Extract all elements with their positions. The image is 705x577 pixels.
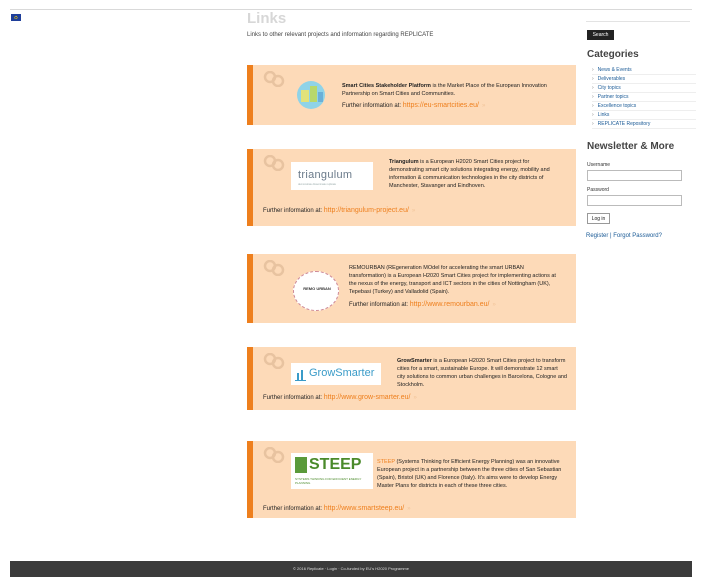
card-link[interactable]: http://www.smartsteep.eu/: [324, 505, 405, 512]
card-project-name: GrowSmarter: [397, 358, 432, 364]
category-item[interactable]: Partner topics: [592, 93, 696, 102]
arrow-icon: »: [413, 395, 417, 401]
arrow-icon: »: [407, 506, 411, 512]
link-card-growsmarter: GrowSmarter GrowSmarter is a European H2…: [247, 347, 576, 410]
newsletter-title: Newsletter & More: [587, 141, 675, 152]
categories-list: News & Events Deliverables City topics P…: [592, 66, 696, 129]
arrow-icon: »: [492, 302, 496, 308]
smart-cities-logo: [291, 78, 332, 111]
link-icon: [263, 260, 285, 276]
arrow-icon: »: [411, 208, 416, 214]
password-label: Password: [587, 187, 609, 193]
account-links: Register | Forgot Password?: [586, 233, 662, 239]
logo-text: REMO URBAN: [303, 286, 331, 291]
search-input[interactable]: [586, 12, 690, 22]
card-link[interactable]: http://triangulum-project.eu/: [324, 207, 409, 214]
growsmarter-logo: GrowSmarter: [291, 363, 381, 385]
categories-title: Categories: [587, 49, 639, 60]
search-button[interactable]: Search: [587, 30, 614, 40]
card-description: STEEP (Systems Thinking for Efficient En…: [377, 458, 569, 490]
username-field[interactable]: [587, 170, 682, 181]
more-info-label: Further information at:: [342, 103, 402, 109]
link-icon: [263, 71, 285, 87]
logo-subtext: SYSTEMS THINKING FOR EFFICIENT ENERGY PL…: [295, 477, 362, 485]
logo-text: triangulum: [298, 169, 353, 181]
link-card-triangulum: triangulum demonstrate disseminate repli…: [247, 149, 576, 226]
link-card-steep: STEEP SYSTEMS THINKING FOR EFFICIENT ENE…: [247, 441, 576, 518]
forgot-password-link[interactable]: Forgot Password?: [613, 233, 662, 239]
username-label: Username: [587, 162, 611, 168]
category-item[interactable]: Excellence topics: [592, 102, 696, 111]
password-field[interactable]: [587, 195, 682, 206]
footer: © 2016 Replicate · Login · Co-funded by …: [10, 561, 692, 577]
card-project-name: Smart Cities Stakeholder Platform: [342, 83, 431, 89]
category-item[interactable]: Deliverables: [592, 75, 696, 84]
card-description-text: REMOURBAN (REgeneration MOdel for accele…: [349, 265, 556, 295]
card-link[interactable]: http://www.remourban.eu/: [410, 301, 490, 308]
logo-text: GrowSmarter: [309, 367, 375, 379]
link-card-smart-cities: Smart Cities Stakeholder Platform is the…: [247, 65, 576, 125]
remourban-logo: REMO URBAN: [293, 271, 339, 311]
card-more-info: Further information at: http://www.smart…: [263, 505, 411, 512]
category-item[interactable]: Links: [592, 111, 696, 120]
register-link[interactable]: Register: [586, 233, 608, 239]
logo-subtext: demonstrate disseminate replicate: [298, 183, 337, 186]
footer-text: © 2016 Replicate · Login · Co-funded by …: [293, 566, 409, 571]
card-description-text: (Systems Thinking for Efficient Energy P…: [377, 459, 562, 489]
link-icon: [263, 155, 285, 171]
card-more-info: Further information at: http://triangulu…: [263, 207, 415, 214]
more-info-label: Further information at:: [263, 208, 323, 214]
header-divider: [10, 9, 692, 10]
more-info-label: Further information at:: [349, 302, 409, 308]
category-item[interactable]: REPLICATE Repository: [592, 120, 696, 129]
card-description: Smart Cities Stakeholder Platform is the…: [342, 82, 554, 98]
card-link[interactable]: http://www.grow-smarter.eu/: [324, 394, 411, 401]
page-title: Links: [247, 10, 287, 27]
card-description: REMOURBAN (REgeneration MOdel for accele…: [349, 264, 557, 296]
category-item[interactable]: City topics: [592, 84, 696, 93]
triangulum-logo: triangulum demonstrate disseminate repli…: [291, 162, 373, 190]
page-intro: Links to other relevant projects and inf…: [247, 32, 434, 38]
card-more-info: Further information at: http://www.remou…: [349, 301, 496, 308]
more-info-label: Further information at:: [263, 506, 323, 512]
login-button[interactable]: Log in: [587, 213, 610, 224]
skyline-icon: [295, 369, 306, 381]
card-more-info: Further information at: http://www.grow-…: [263, 394, 417, 401]
card-more-info: Further information at: https://eu-smart…: [342, 102, 485, 109]
arrow-icon: »: [481, 103, 486, 109]
card-description: GrowSmarter is a European H2020 Smart Ci…: [397, 357, 567, 389]
card-link[interactable]: https://eu-smartcities.eu/: [403, 102, 479, 109]
link-icon: [263, 353, 285, 369]
more-info-label: Further information at:: [263, 395, 323, 401]
steep-building-icon: [295, 457, 307, 473]
link-card-remourban: REMO URBAN REMOURBAN (REgeneration MOdel…: [247, 254, 576, 323]
link-icon: [263, 447, 285, 463]
card-description: Triangulum is a European H2020 Smart Cit…: [389, 158, 559, 190]
eu-flag-icon: [11, 14, 21, 21]
category-item[interactable]: News & Events: [592, 66, 696, 75]
card-project-name: STEEP: [377, 459, 395, 465]
logo-text: STEEP: [309, 456, 362, 473]
card-project-name: Triangulum: [389, 159, 419, 165]
steep-logo: STEEP SYSTEMS THINKING FOR EFFICIENT ENE…: [291, 453, 373, 489]
